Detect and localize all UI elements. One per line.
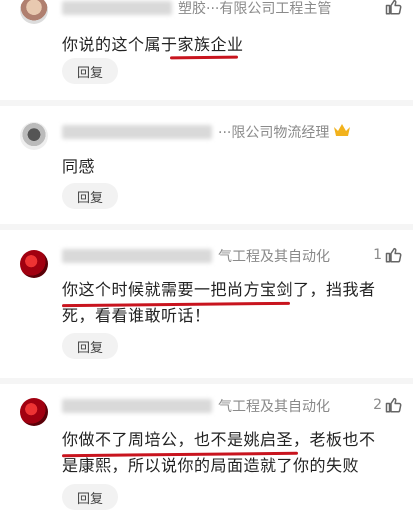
like-count: 2	[373, 397, 382, 413]
comment-item: 塑胶···有限公司工程主管 你说的这个属于家族企业 回复	[0, 0, 413, 100]
reply-button[interactable]: 回复	[62, 333, 118, 359]
reply-button[interactable]: 回复	[62, 58, 118, 84]
author-title: 气工程及其自动化	[218, 399, 330, 415]
like-button[interactable]: 1	[373, 246, 403, 264]
annotation-underline	[169, 55, 239, 60]
avatar[interactable]	[20, 398, 48, 426]
like-button[interactable]: 2	[373, 396, 403, 414]
comment-item: ···限公司物流经理 同感 回复	[0, 106, 413, 224]
author-title: 气工程及其自动化	[218, 249, 330, 265]
comment-author[interactable]: 气工程及其自动化	[62, 248, 330, 265]
comment-item: 气工程及其自动化 1 你这个时候就需要一把尚方宝剑了，挡我者 死，看看谁敢听话！…	[0, 230, 413, 378]
thumbs-up-icon	[385, 396, 403, 414]
reply-button[interactable]: 回复	[62, 484, 118, 510]
like-count: 1	[373, 247, 382, 263]
thumbs-up-icon	[385, 0, 403, 16]
like-button[interactable]	[385, 0, 403, 16]
author-title: 塑胶···有限公司工程主管	[178, 1, 332, 17]
avatar[interactable]	[20, 0, 48, 24]
comment-item: 气工程及其自动化 2 你做不了周培公，也不是姚启圣，老板也不 是康熙，所以说你的…	[0, 384, 413, 524]
reply-button[interactable]: 回复	[62, 183, 118, 209]
comment-author[interactable]: ···限公司物流经理	[62, 123, 351, 141]
avatar[interactable]	[20, 250, 48, 278]
avatar[interactable]	[20, 122, 48, 150]
crown-icon	[333, 123, 351, 141]
comment-text: 你说的这个属于家族企业	[62, 35, 244, 54]
author-title: ···限公司物流经理	[218, 125, 330, 141]
thumbs-up-icon	[385, 246, 403, 264]
comment-author[interactable]: 塑胶···有限公司工程主管	[62, 0, 332, 17]
comment-text: 同感	[62, 157, 96, 176]
comment-author[interactable]: 气工程及其自动化	[62, 398, 330, 415]
